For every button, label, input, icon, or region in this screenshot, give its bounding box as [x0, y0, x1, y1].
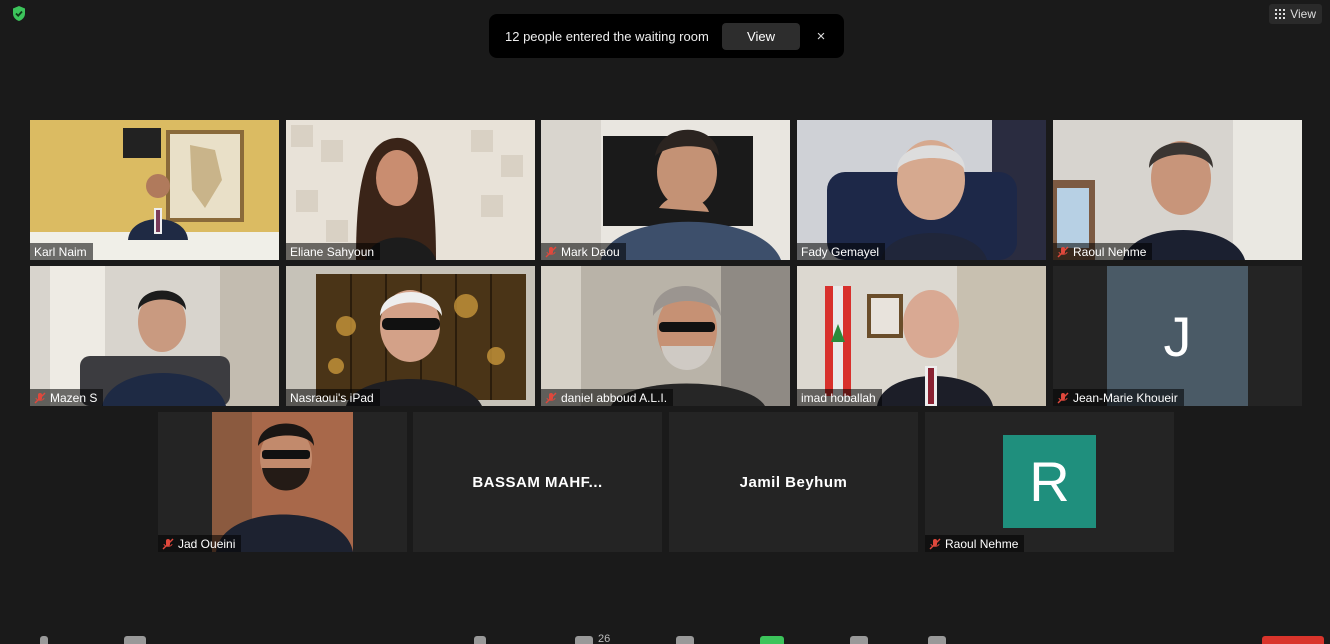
waiting-room-message: 12 people entered the waiting room: [505, 28, 709, 44]
participant-name: daniel abboud A.L.I.: [561, 390, 668, 405]
participant-video: [286, 266, 535, 406]
participant-video: [797, 266, 1046, 406]
participant-name: Fady Gemayel: [801, 244, 880, 259]
video-tile[interactable]: [286, 120, 535, 260]
participant-name: Mazen S: [50, 390, 98, 405]
video-tile[interactable]: [30, 120, 279, 260]
participant-name-bar: Karl Naim: [30, 243, 93, 260]
video-tile[interactable]: [797, 120, 1046, 260]
participant-name-bar: daniel abboud A.L.I.: [541, 389, 674, 406]
video-tile-avatar[interactable]: J: [1053, 266, 1302, 406]
meeting-toolbar: 26: [0, 632, 1330, 644]
participant-name-bar: Jad Oueini: [158, 535, 242, 552]
view-layout-label: View: [1290, 7, 1316, 21]
mic-muted-icon: [1057, 246, 1069, 257]
participant-video: [541, 120, 790, 260]
avatar: J: [1107, 266, 1248, 406]
participant-name: imad hoballah: [801, 390, 876, 405]
participant-name: Raoul Nehme: [945, 536, 1019, 551]
video-icon[interactable]: [124, 636, 146, 644]
participant-name: Eliane Sahyoun: [290, 244, 375, 259]
participant-name-center: BASSAM MAHF...: [472, 473, 603, 491]
participants-icon[interactable]: [575, 636, 593, 644]
mic-muted-icon: [1057, 392, 1069, 403]
video-tile[interactable]: [541, 266, 790, 406]
participant-video: [541, 266, 790, 406]
avatar: R: [1003, 435, 1096, 528]
mic-muted-icon: [545, 246, 557, 257]
mic-muted-icon: [34, 392, 46, 403]
participant-name-bar: Raoul Nehme: [1053, 243, 1153, 260]
mic-muted-icon: [545, 392, 557, 403]
participant-name-bar: Mark Daou: [541, 243, 626, 260]
chat-icon[interactable]: [676, 636, 694, 644]
participant-name-bar: Fady Gemayel: [797, 243, 886, 260]
grid-icon: [1275, 9, 1286, 19]
participant-video: [1053, 120, 1302, 260]
video-tile[interactable]: [797, 266, 1046, 406]
participant-name: Raoul Nehme: [1073, 244, 1147, 259]
participant-name: Jad Oueini: [178, 536, 236, 551]
share-screen-icon[interactable]: [760, 636, 784, 644]
participant-name-bar: Eliane Sahyoun: [286, 243, 381, 260]
participant-name-bar: Jean-Marie Khoueir: [1053, 389, 1184, 406]
video-tile-off[interactable]: BASSAM MAHF...: [413, 412, 662, 552]
participant-name: Mark Daou: [561, 244, 620, 259]
security-icon[interactable]: [474, 636, 486, 644]
view-layout-button[interactable]: View: [1269, 4, 1322, 24]
video-tile-avatar[interactable]: R: [925, 412, 1174, 552]
close-icon[interactable]: ×: [814, 28, 828, 45]
participant-video: [30, 266, 279, 406]
waiting-room-notification: 12 people entered the waiting room View …: [489, 14, 844, 58]
participant-name: Karl Naim: [34, 244, 87, 259]
participant-video: [30, 120, 279, 260]
participant-name: Jean-Marie Khoueir: [1073, 390, 1178, 405]
reactions-icon[interactable]: [928, 636, 946, 644]
mic-muted-icon: [929, 538, 941, 549]
participants-count: 26: [598, 634, 611, 644]
encryption-shield-icon[interactable]: [11, 5, 27, 22]
participant-name: Nasraoui's iPad: [290, 390, 374, 405]
participant-video: [286, 120, 535, 260]
participant-video: [158, 412, 407, 552]
video-tile[interactable]: [1053, 120, 1302, 260]
participant-name-bar: Mazen S: [30, 389, 104, 406]
participant-name-center: Jamil Beyhum: [739, 473, 848, 491]
video-tile-off[interactable]: Jamil Beyhum: [669, 412, 918, 552]
video-tile-active-speaker[interactable]: [286, 266, 535, 406]
participant-name-bar: imad hoballah: [797, 389, 882, 406]
end-meeting-button[interactable]: [1262, 636, 1324, 644]
video-tile[interactable]: [158, 412, 407, 552]
mic-muted-icon: [162, 538, 174, 549]
participant-video: [797, 120, 1046, 260]
mic-icon[interactable]: [40, 636, 48, 644]
waiting-room-view-button[interactable]: View: [722, 22, 800, 50]
video-tile[interactable]: [30, 266, 279, 406]
participant-name-bar: Raoul Nehme: [925, 535, 1025, 552]
video-tile[interactable]: [541, 120, 790, 260]
record-icon[interactable]: [850, 636, 868, 644]
participant-name-bar: Nasraoui's iPad: [286, 389, 380, 406]
